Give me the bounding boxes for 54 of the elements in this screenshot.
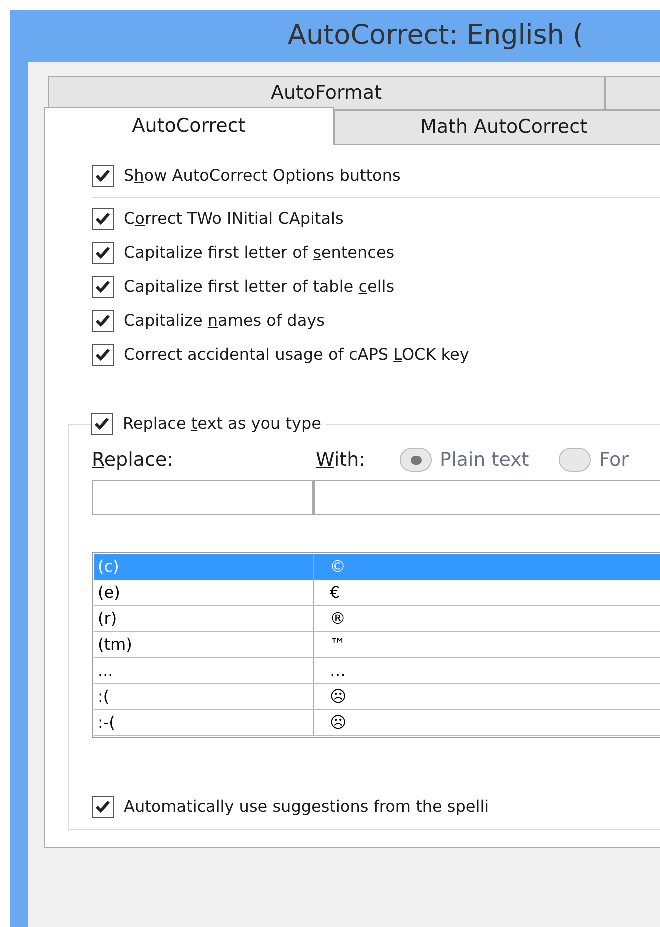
table-cell-text: ☹ [329, 712, 348, 734]
table-cell: (r) [94, 606, 314, 631]
table-cell-text: ☹ [329, 686, 348, 708]
window-title: AutoCorrect: English ( [288, 18, 584, 53]
checkbox-label: Show AutoCorrect Options buttons [124, 165, 401, 187]
checkmark-icon [95, 169, 111, 183]
checkmark-icon [95, 212, 111, 226]
checkbox[interactable] [92, 310, 114, 332]
checkmark-icon [95, 246, 111, 260]
checkbox[interactable] [92, 276, 114, 298]
checkbox[interactable] [92, 242, 114, 264]
table-cell: (tm) [94, 632, 314, 657]
table-cell: :-( [94, 710, 314, 735]
radio-label: Plain text [440, 448, 530, 473]
checkbox[interactable] [92, 796, 114, 818]
radio-label: For [599, 448, 629, 473]
list-row[interactable]: :-( ☹ [94, 710, 660, 736]
checkbox-label: Correct TWo INitial CApitals [124, 208, 344, 230]
list-row[interactable]: (tm) ™ [94, 632, 660, 658]
replace-label: Replace: [92, 448, 175, 473]
tab[interactable]: AutoCorrect [44, 107, 334, 145]
checkmark-icon [95, 348, 111, 362]
table-cell: :( [94, 684, 314, 709]
table-cell: (c) [94, 554, 314, 580]
tab[interactable]: AutoFormat [48, 76, 605, 110]
tab[interactable]: Math AutoCorrect [334, 110, 660, 145]
list-row[interactable]: ... … [94, 658, 660, 684]
with-label: With: [316, 448, 367, 473]
table-cell-text: © [329, 556, 347, 578]
checkbox[interactable] [92, 208, 114, 230]
checkbox[interactable] [91, 413, 113, 435]
checkbox[interactable] [92, 165, 114, 187]
checkbox-label: Correct accidental usage of cAPS LOCK key [124, 344, 470, 366]
replace-input[interactable] [92, 480, 314, 515]
checkmark-icon [94, 417, 110, 431]
table-cell-text: ™ [329, 634, 347, 656]
checkbox-label: Automatically use suggestions from the spelli [124, 796, 490, 818]
table-cell-text: € [329, 582, 342, 604]
with-input[interactable] [313, 480, 660, 515]
list-row[interactable]: :( ☹ [94, 684, 660, 710]
list-row[interactable]: (r) ® [94, 606, 660, 632]
checkmark-icon [95, 280, 111, 294]
checkmark-icon [95, 314, 111, 328]
list-row[interactable]: (e) € [94, 580, 660, 606]
checkmark-icon [95, 800, 111, 814]
table-cell-text: ® [329, 608, 347, 630]
checkbox-label: Capitalize first letter of table cells [124, 276, 395, 298]
table-cell: (e) [94, 580, 314, 605]
checkbox-label: Capitalize first letter of sentences [124, 242, 395, 264]
table-cell: ... [94, 658, 314, 683]
table-cell-text: … [329, 660, 347, 682]
checkbox-label: Capitalize names of days [124, 310, 325, 332]
checkbox[interactable] [92, 344, 114, 366]
checkbox-label: Replace text as you type [123, 413, 322, 435]
